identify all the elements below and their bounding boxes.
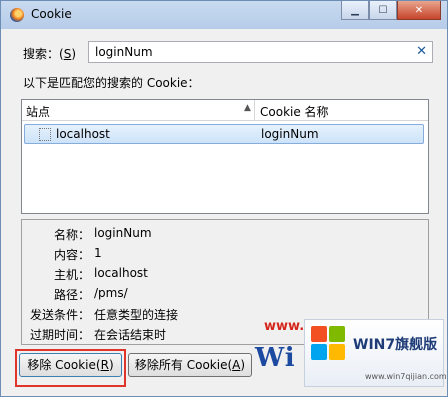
cookie-list[interactable]: 站点 ▲ Cookie 名称 localhost loginNum — [21, 99, 429, 214]
windows-flag-icon — [311, 326, 347, 362]
row-site: localhost — [56, 127, 110, 141]
column-header-site[interactable]: 站点 — [26, 103, 50, 120]
detail-label-name: 名称： — [53, 228, 90, 242]
detail-value-host: localhost — [94, 266, 148, 280]
highlight-annotation — [15, 349, 126, 387]
detail-value-send-for: 任意类型的连接 — [94, 308, 179, 322]
remove-all-cookies-button[interactable]: 移除所有 Cookie(A) — [128, 353, 252, 377]
badge-url: www.win7qijian.com — [365, 372, 447, 381]
clear-icon[interactable]: ✕ — [416, 44, 427, 59]
search-label: 搜索：(S) — [23, 47, 77, 61]
minimize-button[interactable]: ▁ — [341, 1, 369, 20]
detail-label-content: 内容： — [53, 248, 90, 262]
detail-label-host: 主机： — [53, 268, 90, 282]
column-header-cookie-name[interactable]: Cookie 名称 — [260, 103, 329, 120]
results-caption: 以下是匹配您的搜索的 Cookie： — [23, 76, 200, 90]
watermark-logo-text: Wi — [255, 343, 296, 373]
detail-value-expires: 在会话结束时 — [94, 328, 167, 342]
table-row[interactable]: localhost loginNum — [24, 124, 424, 144]
title-bar: Cookie ▁ ☐ ✕ — [1, 1, 447, 29]
detail-value-path: /pms/ — [94, 286, 128, 300]
window-controls: ▁ ☐ ✕ — [341, 1, 441, 20]
detail-value-name: loginNum — [94, 226, 152, 240]
close-button[interactable]: ✕ — [397, 1, 441, 20]
detail-value-content: 1 — [94, 246, 102, 260]
firefox-icon — [10, 8, 24, 22]
watermark-badge: WIN7旗舰版 www.win7qijian.com — [304, 319, 447, 387]
window-title: Cookie — [31, 7, 72, 21]
column-divider[interactable] — [254, 100, 255, 120]
row-cookie-name: loginNum — [261, 127, 319, 141]
tree-twisty-icon[interactable] — [39, 128, 51, 141]
search-input[interactable]: loginNum ✕ — [88, 41, 433, 63]
detail-label-path: 路径： — [53, 288, 90, 302]
list-header: 站点 ▲ Cookie 名称 — [22, 100, 428, 121]
cookie-window: Cookie ▁ ☐ ✕ 搜索：(S) loginNum ✕ 以下是匹配您的搜索… — [0, 0, 448, 397]
search-input-value: loginNum — [95, 45, 153, 59]
maximize-button[interactable]: ☐ — [369, 1, 397, 20]
badge-title: WIN7旗舰版 — [353, 337, 438, 353]
detail-label-expires: 过期时间： — [29, 328, 90, 342]
detail-label-send-for: 发送条件： — [29, 308, 90, 322]
sort-ascending-icon: ▲ — [244, 103, 251, 113]
